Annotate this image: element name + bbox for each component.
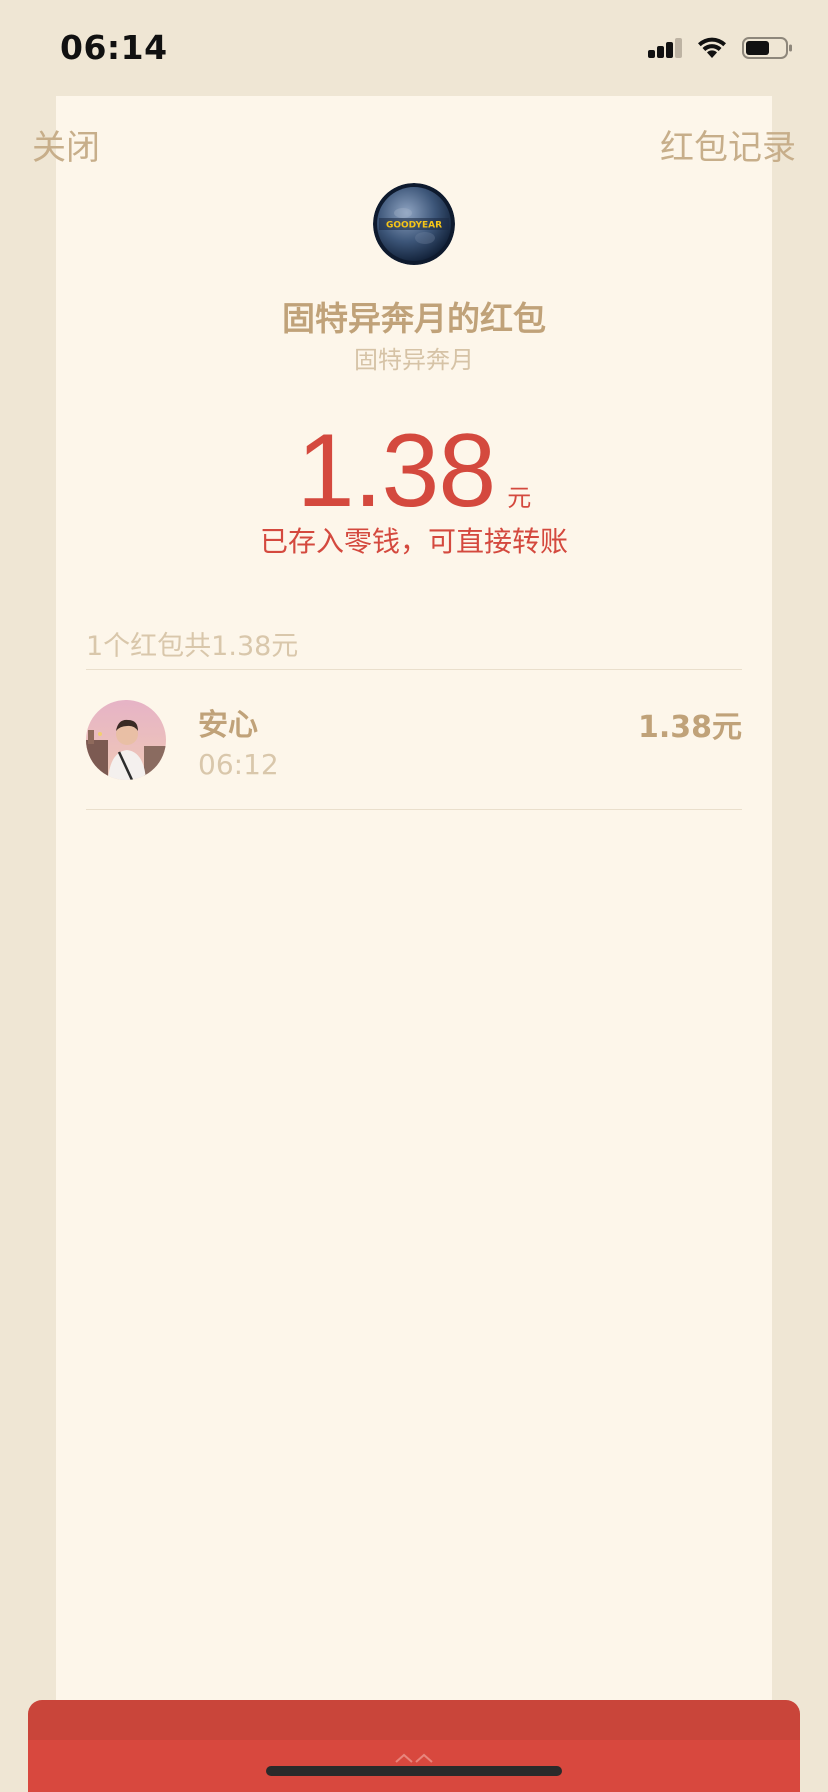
packet-summary: 1个红包共1.38元 <box>86 631 299 662</box>
receiver-amount: 1.38元 <box>637 710 742 745</box>
battery-icon <box>742 36 794 64</box>
receiver-time: 06:12 <box>198 748 279 781</box>
sender-logo-text: GOODYEAR <box>386 221 442 231</box>
deposit-note-link[interactable]: 已存入零钱，可直接转账 <box>0 520 828 560</box>
status-time: 06:14 <box>60 28 168 67</box>
red-packet-records-link[interactable]: 红包记录 <box>660 120 796 169</box>
avatar[interactable] <box>86 700 166 780</box>
received-amount: 1.38 元 <box>0 412 828 531</box>
cellular-signal-icon <box>648 36 682 64</box>
divider <box>86 809 742 810</box>
amount-unit: 元 <box>507 484 532 512</box>
red-packet-title: 固特异奔月的红包 <box>282 299 546 338</box>
wifi-icon <box>696 36 728 64</box>
amount-value: 1.38 <box>296 413 496 529</box>
status-icons <box>648 36 794 64</box>
sender-avatar: GOODYEAR <box>373 183 455 265</box>
close-button[interactable]: 关闭 <box>32 120 100 169</box>
red-packet-sender-name: 固特异奔月 <box>354 346 474 374</box>
receiver-name: 安心 <box>198 708 258 743</box>
chevron-up-icon[interactable] <box>392 1749 436 1763</box>
list-item[interactable]: 安心 06:12 1.38元 <box>86 700 742 781</box>
status-bar: 06:14 <box>0 0 828 96</box>
divider <box>86 669 742 670</box>
home-indicator[interactable] <box>266 1766 562 1776</box>
